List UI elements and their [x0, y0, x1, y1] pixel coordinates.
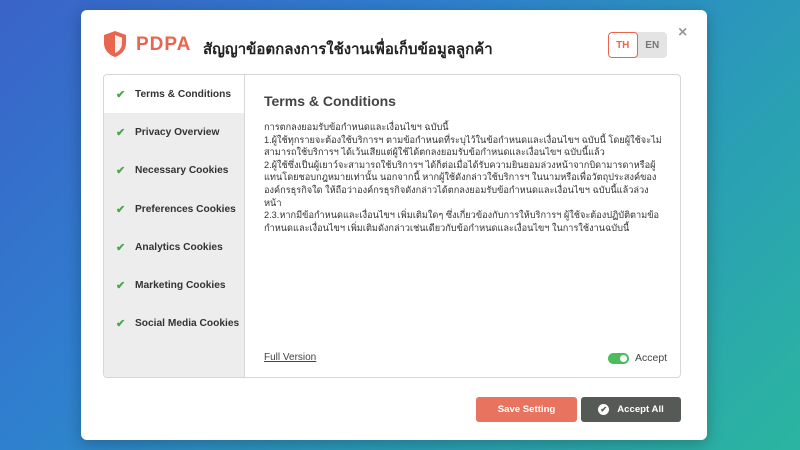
check-icon: ✔	[116, 318, 126, 331]
full-version-link[interactable]: Full Version	[264, 352, 316, 363]
close-icon[interactable]: ×	[678, 24, 687, 42]
terms-paragraph: 1.ผู้ใช้ทุกรายจะต้องใช้บริการฯ ตามข้อกำห…	[264, 134, 662, 158]
terms-text: การตกลงยอมรับข้อกำหนดและเงื่อนไขฯ ฉบับนี…	[264, 121, 664, 234]
content-title: Terms & Conditions	[264, 93, 396, 109]
terms-paragraph: การตกลงยอมรับข้อกำหนดและเงื่อนไขฯ ฉบับนี…	[264, 122, 449, 132]
accept-all-label: Accept All	[617, 404, 664, 415]
check-icon: ✔	[116, 165, 126, 178]
sidebar-item-label: Necessary Cookies	[135, 165, 229, 177]
terms-paragraph: 2.3.หากมีข้อกำหนดและเงื่อนไขฯ เพิ่มเติมใ…	[264, 210, 660, 233]
sidebar-item-label: Preferences Cookies	[135, 203, 236, 215]
language-switch: TH EN	[608, 32, 667, 58]
sidebar-item-label: Terms & Conditions	[135, 88, 232, 100]
sidebar-item-label: Privacy Overview	[135, 126, 220, 138]
terms-paragraph: 2.ผู้ใช้ซึ่งเป็นผู้เยาว์จะสามารถใช้บริกา…	[264, 159, 657, 208]
sidebar-item-label: Social Media Cookies	[135, 318, 240, 330]
lang-en-button[interactable]: EN	[638, 32, 668, 58]
sidebar-item-preferences-cookies[interactable]: ✔ Preferences Cookies	[104, 190, 244, 228]
modal-title: สัญญาข้อตกลงการใช้งานเพื่อเก็บข้อมูลลูกค…	[203, 41, 493, 58]
accept-toggle[interactable]	[608, 352, 629, 364]
sidebar-item-label: Analytics Cookies	[135, 241, 223, 253]
content-area: Terms & Conditions การตกลงยอมรับข้อกำหนด…	[245, 75, 680, 377]
sidebar-item-terms-conditions[interactable]: ✔ Terms & Conditions	[104, 75, 244, 114]
check-icon: ✔	[116, 241, 126, 254]
sidebar-item-marketing-cookies[interactable]: ✔ Marketing Cookies	[104, 266, 244, 304]
sidebar-item-social-media-cookies[interactable]: ✔ Social Media Cookies	[104, 305, 244, 343]
modal-header: PDPA สัญญาข้อตกลงการใช้งานเพื่อเก็บข้อมู…	[81, 10, 707, 74]
check-icon: ✔	[116, 203, 126, 216]
sidebar-item-label: Marketing Cookies	[135, 280, 226, 292]
settings-panel: ✔ Terms & Conditions ✔ Privacy Overview …	[103, 74, 681, 378]
sidebar-item-analytics-cookies[interactable]: ✔ Analytics Cookies	[104, 228, 244, 266]
check-icon: ✔	[116, 88, 126, 101]
lang-th-button[interactable]: TH	[608, 32, 638, 58]
pdpa-modal: PDPA สัญญาข้อตกลงการใช้งานเพื่อเก็บข้อมู…	[81, 10, 707, 440]
check-icon: ✔	[116, 126, 126, 139]
sidebar: ✔ Terms & Conditions ✔ Privacy Overview …	[104, 75, 245, 377]
accept-all-button[interactable]: ✔ Accept All	[581, 397, 681, 422]
check-circle-icon: ✔	[598, 404, 610, 415]
accept-control: Accept	[608, 352, 667, 364]
sidebar-item-necessary-cookies[interactable]: ✔ Necessary Cookies	[104, 152, 244, 190]
shield-icon	[104, 31, 126, 57]
brand-name: PDPA	[136, 34, 192, 55]
check-icon: ✔	[116, 280, 126, 293]
sidebar-item-privacy-overview[interactable]: ✔ Privacy Overview	[104, 113, 244, 151]
accept-label: Accept	[635, 352, 668, 364]
save-setting-button[interactable]: Save Setting	[476, 397, 577, 422]
